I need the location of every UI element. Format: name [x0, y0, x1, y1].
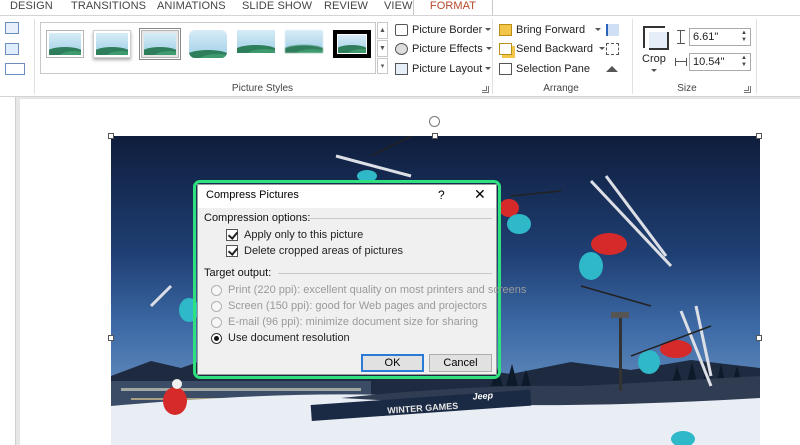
- style-thick-black-frame[interactable]: [333, 30, 371, 58]
- document-resolution-label[interactable]: Use document resolution: [228, 332, 350, 344]
- slide-thumbnail-pane[interactable]: [0, 97, 16, 445]
- ribbon: ▲ ▼ ▾ Picture Border Picture Effects Pic…: [0, 15, 800, 97]
- delete-cropped-checkbox[interactable]: [226, 245, 238, 257]
- tab-design[interactable]: DESIGN: [10, 0, 53, 15]
- align-button[interactable]: [606, 21, 628, 39]
- tab-animations[interactable]: ANIMATIONS: [157, 0, 226, 15]
- screen-radio[interactable]: [211, 301, 222, 312]
- email-option-label[interactable]: E-mail (96 ppi): minimize document size …: [228, 316, 478, 328]
- compress-pictures-dialog: Compress Pictures ? ✕ Compression option…: [197, 184, 526, 375]
- style-reflected-rectangle[interactable]: [237, 30, 275, 58]
- tab-slide-show[interactable]: SLIDE SHOW: [242, 0, 312, 15]
- cancel-button[interactable]: Cancel: [429, 354, 492, 372]
- picture-styles-gallery: [40, 22, 376, 74]
- group-icon: [606, 43, 619, 55]
- ok-button[interactable]: OK: [361, 354, 424, 372]
- group-button[interactable]: [606, 40, 628, 58]
- tab-view[interactable]: VIEW: [384, 0, 413, 15]
- target-output-heading: Target output:: [204, 267, 272, 279]
- height-icon: [677, 30, 685, 44]
- jeep-banner: Jeep: [472, 390, 494, 401]
- style-soft-edge[interactable]: [285, 30, 323, 58]
- dialog-title: Compress Pictures: [206, 189, 299, 201]
- style-rounded-rectangle[interactable]: [189, 30, 227, 58]
- compression-options-heading: Compression options:: [204, 212, 311, 224]
- size-label: Size: [677, 83, 697, 94]
- resize-handle-e[interactable]: [756, 335, 762, 341]
- change-picture-icon[interactable]: [5, 43, 19, 55]
- send-backward-icon: [499, 43, 512, 55]
- width-spinner[interactable]: 10.54" ▲ ▼: [689, 53, 751, 71]
- document-resolution-radio[interactable]: [211, 333, 222, 344]
- rotate-icon: [606, 66, 618, 72]
- help-button[interactable]: ?: [438, 188, 445, 202]
- picture-effects-icon: [395, 43, 408, 55]
- reset-picture-icon[interactable]: [5, 63, 25, 75]
- tab-transitions[interactable]: TRANSITIONS: [71, 0, 146, 15]
- picture-styles-label: Picture Styles: [231, 83, 294, 94]
- style-shadow-rectangle[interactable]: [139, 28, 181, 60]
- resize-handle-ne[interactable]: [756, 133, 762, 139]
- dialog-body: Compression options: Apply only to this …: [198, 208, 526, 374]
- apply-only-label[interactable]: Apply only to this picture: [244, 229, 363, 241]
- resize-handle-w[interactable]: [108, 335, 114, 341]
- crop-button[interactable]: Crop: [642, 53, 666, 65]
- resize-handle-n[interactable]: [432, 133, 438, 139]
- bring-forward-icon: [499, 24, 512, 36]
- width-spin-arrows-icon[interactable]: ▲ ▼: [740, 55, 748, 69]
- print-option-label[interactable]: Print (220 ppi): excellent quality on mo…: [228, 284, 526, 296]
- align-icon: [606, 24, 619, 36]
- arrange-label: Arrange: [543, 83, 579, 94]
- size-launcher[interactable]: [744, 86, 751, 93]
- width-icon: [675, 58, 687, 66]
- picture-styles-launcher[interactable]: [482, 86, 489, 93]
- rotate-handle-icon[interactable]: [429, 116, 440, 127]
- selection-pane-icon: [499, 63, 512, 75]
- tab-format[interactable]: FORMAT: [413, 0, 493, 15]
- style-simple-frame[interactable]: [46, 30, 84, 58]
- tab-review[interactable]: REVIEW: [324, 0, 368, 15]
- screen-option-label[interactable]: Screen (150 ppi): good for Web pages and…: [228, 300, 487, 312]
- style-soft-frame[interactable]: [93, 30, 131, 58]
- delete-cropped-label[interactable]: Delete cropped areas of pictures: [244, 245, 403, 257]
- email-radio[interactable]: [211, 317, 222, 328]
- crop-icon[interactable]: [643, 26, 669, 50]
- ribbon-tabs: DESIGN TRANSITIONS ANIMATIONS SLIDE SHOW…: [0, 0, 800, 15]
- adjust-tool-icon[interactable]: [5, 22, 19, 34]
- apply-only-checkbox[interactable]: [226, 229, 238, 241]
- close-icon[interactable]: ✕: [474, 186, 486, 203]
- print-radio[interactable]: [211, 285, 222, 296]
- gallery-down-button[interactable]: ▼: [377, 40, 388, 57]
- height-spin-arrows-icon[interactable]: ▲ ▼: [740, 30, 748, 44]
- gallery-more-button[interactable]: ▾: [377, 58, 388, 74]
- height-spinner[interactable]: 6.61" ▲ ▼: [689, 28, 751, 46]
- resize-handle-nw[interactable]: [108, 133, 114, 139]
- picture-layout-icon: [395, 63, 408, 75]
- picture-border-icon: [395, 24, 408, 36]
- crop-caret-icon[interactable]: [651, 69, 657, 72]
- gallery-up-button[interactable]: ▲: [377, 22, 388, 39]
- rotate-button[interactable]: [606, 60, 628, 78]
